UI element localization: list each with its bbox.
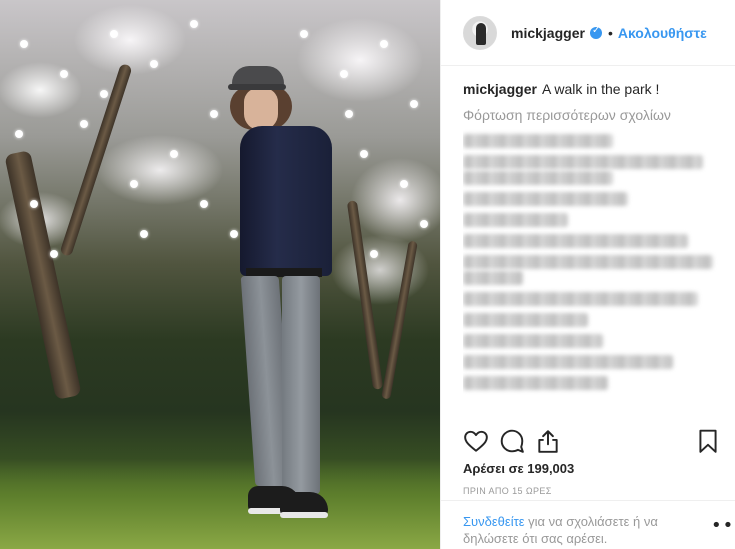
blurred-comments [463,134,723,390]
blurred-comment [463,234,688,248]
post-sidebar: mickjagger • Ακολουθήστε mickjaggerA wal… [440,0,735,549]
blurred-comment [463,292,698,306]
load-more-comments-button[interactable]: Φόρτωση περισσότερων σχολίων [463,106,723,124]
blurred-comment [463,192,628,206]
post-timestamp[interactable]: ΠΡΙΝ ΑΠΟ 15 ΩΡΕΣ [463,486,552,496]
blurred-comment [463,313,588,327]
blurred-comment [463,213,568,227]
ellipsis-icon[interactable]: ••• [711,517,735,535]
post-header: mickjagger • Ακολουθήστε [441,0,735,66]
comment-footer: Συνδεθείτε για να σχολιάσετε ή να δηλώσε… [441,500,735,549]
avatar[interactable] [463,15,497,50]
bookmark-icon[interactable] [695,428,721,454]
share-icon[interactable] [535,428,561,454]
caption-username[interactable]: mickjagger [463,81,537,97]
follow-button[interactable]: Ακολουθήστε [618,25,707,41]
heart-icon[interactable] [463,428,489,454]
post-photo [0,0,440,549]
like-count[interactable]: Αρέσει σε 199,003 [463,461,574,476]
comments-section: mickjagger A walk in the park ! Φόρτωση π… [463,80,723,416]
header-username[interactable]: mickjagger [511,25,585,41]
blurred-comment [463,255,713,269]
blurred-comment [463,134,613,148]
verified-badge-icon [589,25,602,39]
blurred-comment [463,271,523,285]
blurred-comment [463,334,603,348]
blurred-comment [463,155,703,169]
login-prompt: Συνδεθείτε για να σχολιάσετε ή να δηλώσε… [463,513,703,547]
login-link[interactable]: Συνδεθείτε [463,514,525,529]
comment-icon[interactable] [499,428,525,454]
blurred-comment [463,376,608,390]
action-bar [463,428,721,456]
cap [232,66,284,86]
separator-dot: • [607,24,613,41]
blurred-comment [463,355,673,369]
shirt [240,126,332,276]
blurred-comment [463,171,613,185]
post-caption: mickjagger A walk in the park ! [463,80,723,98]
caption-text: A walk in the park ! [541,81,660,97]
person-figure [0,0,440,549]
